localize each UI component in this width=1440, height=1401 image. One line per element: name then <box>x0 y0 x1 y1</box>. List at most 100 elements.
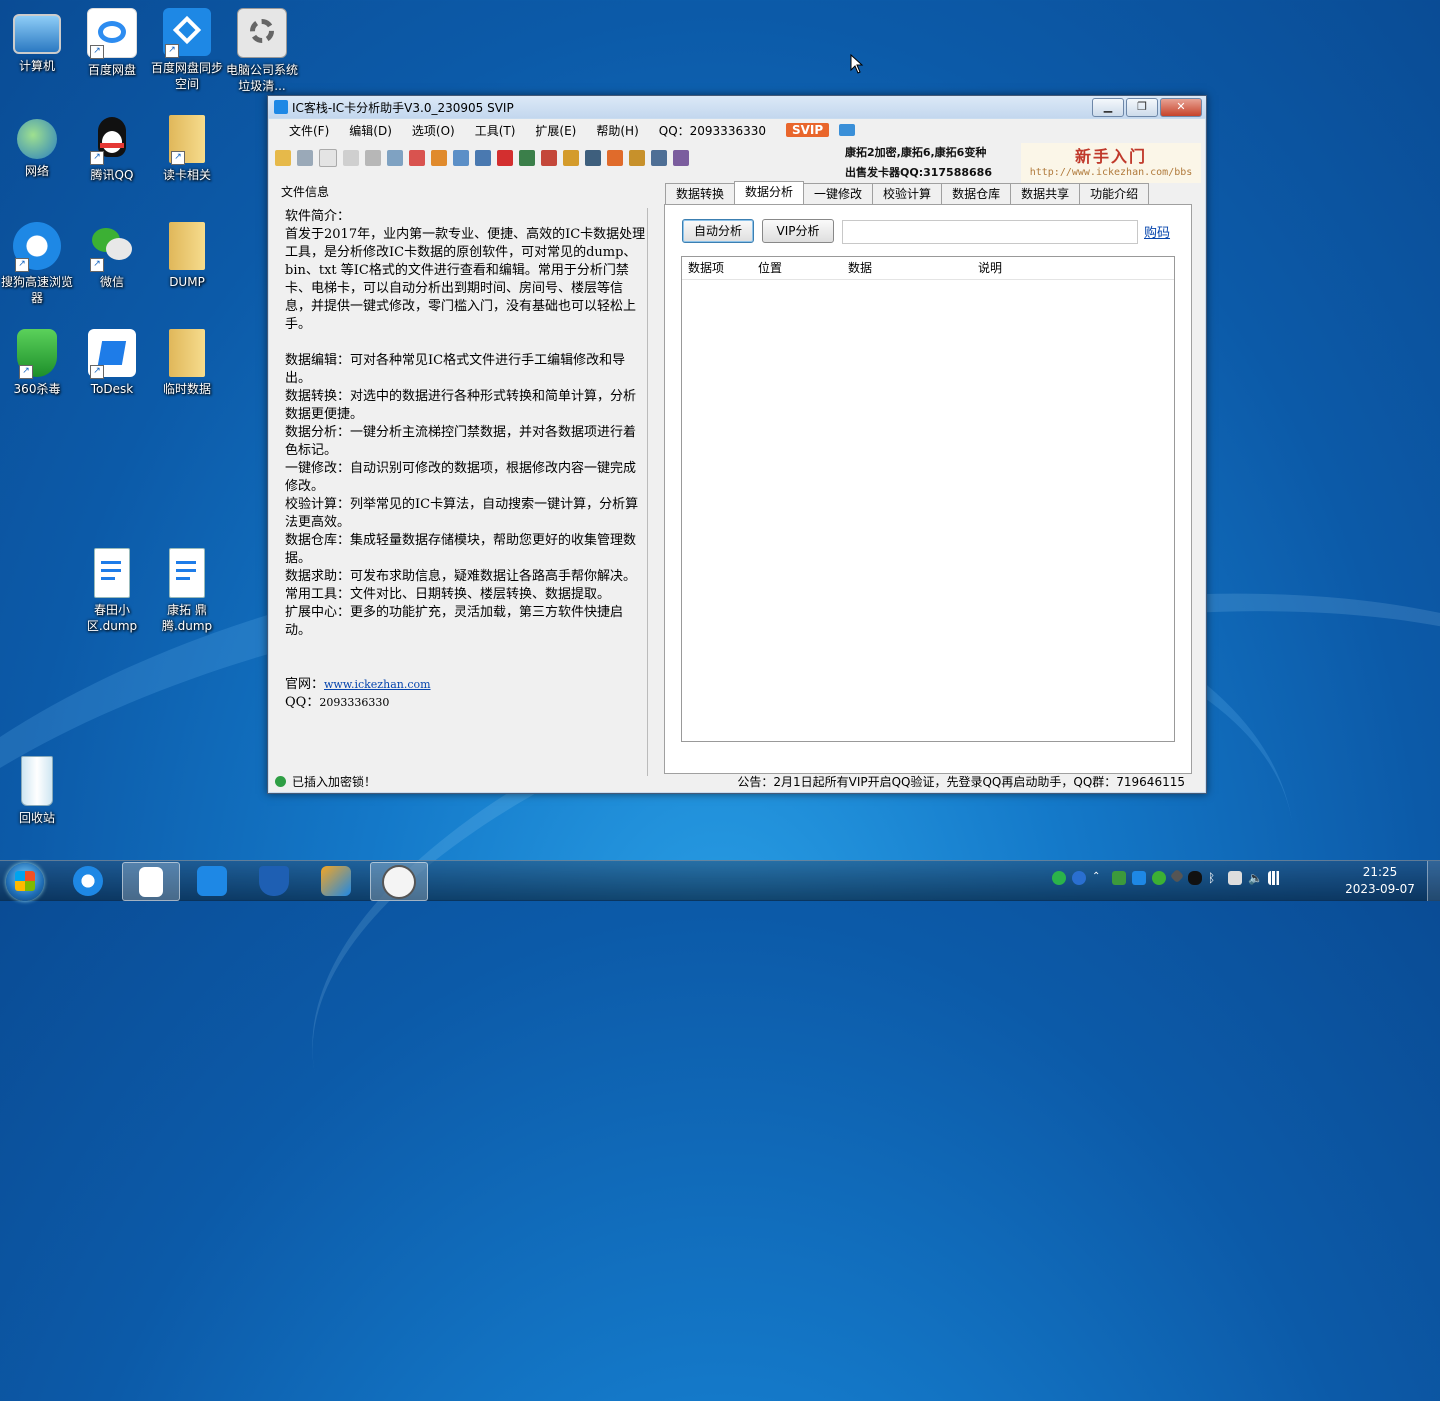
grid-icon[interactable] <box>563 150 579 166</box>
shield-tray-icon[interactable] <box>1169 868 1185 884</box>
sogou-input-icon[interactable] <box>1052 871 1066 885</box>
desktop-icon-baidu-netdisk[interactable]: ↗ 百度网盘 <box>76 8 148 78</box>
analysis-result-grid[interactable]: 数据项 位置 数据 说明 <box>681 256 1175 742</box>
start-button[interactable] <box>6 863 44 901</box>
taskbar-security[interactable] <box>246 862 302 899</box>
id-card-icon[interactable] <box>839 124 856 136</box>
menu-help[interactable]: 帮助(H) <box>586 122 648 139</box>
users-icon[interactable] <box>297 150 313 166</box>
tab-checksum[interactable]: 校验计算 <box>872 183 943 204</box>
desktop-icon-label: 临时数据 <box>162 382 211 396</box>
list-icon[interactable] <box>475 150 491 166</box>
desktop-icon-qq[interactable]: ↗ 腾讯QQ <box>76 115 148 183</box>
tool-icon[interactable] <box>453 150 469 166</box>
desktop-icon-baidu-sync[interactable]: ↗ 百度网盘同步空间 <box>151 8 223 92</box>
tab-data-analysis[interactable]: 数据分析 <box>734 181 805 205</box>
taskbar-sogou[interactable] <box>60 862 116 899</box>
show-desktop-button[interactable] <box>1427 861 1440 901</box>
desktop-icon-cleaner[interactable]: 电脑公司系统垃圾清... <box>226 8 298 94</box>
buy-code-link[interactable]: 购码 <box>1144 222 1170 241</box>
desktop-icon-temp-folder[interactable]: 临时数据 <box>151 329 223 397</box>
chart-icon[interactable] <box>431 150 447 166</box>
tab-features[interactable]: 功能介绍 <box>1079 183 1150 204</box>
sync-icon[interactable] <box>629 150 645 166</box>
tab-data-warehouse[interactable]: 数据仓库 <box>941 183 1012 204</box>
desktop-icon-sogou[interactable]: ↗ 搜狗高速浏览器 <box>1 222 73 306</box>
desktop-icon-computer[interactable]: 计算机 <box>1 8 73 74</box>
menu-options[interactable]: 选项(O) <box>402 122 465 139</box>
desktop-icon-360[interactable]: ↗ 360杀毒 <box>1 329 73 397</box>
window-titlebar[interactable]: IC客栈-IC卡分析助手V3.0_230905 SVIP ▁ ❐ ✕ <box>268 96 1206 118</box>
menu-tools[interactable]: 工具(T) <box>465 122 526 139</box>
col-description[interactable]: 说明 <box>972 257 1138 279</box>
todesk-tray-icon[interactable] <box>1132 871 1146 885</box>
calendar-icon[interactable] <box>409 150 425 166</box>
signal-icon[interactable] <box>1268 871 1282 885</box>
beginner-banner[interactable]: 新手入门 http://www.ickezhan.com/bbs <box>1021 143 1201 183</box>
desktop-icon-network[interactable]: 网络 <box>1 115 73 179</box>
search-icon[interactable] <box>387 150 403 166</box>
settings-icon[interactable] <box>673 150 689 166</box>
function-tabs: 数据转换 数据分析 一键修改 校验计算 数据仓库 数据共享 功能介绍 <box>665 181 1150 205</box>
help-icon[interactable] <box>1072 871 1086 885</box>
new-file-icon[interactable] <box>319 149 337 167</box>
menu-file[interactable]: 文件(F) <box>279 122 339 139</box>
maximize-button[interactable]: ❐ <box>1126 98 1158 117</box>
tray-expand-icon[interactable]: ⌃ <box>1092 871 1106 885</box>
card-reader-icon[interactable] <box>519 150 535 166</box>
desktop-icon-dump-file-1[interactable]: 春田小区.dump <box>76 548 148 634</box>
card-icon[interactable] <box>607 150 623 166</box>
desktop-icon-label: 读卡相关 <box>162 168 211 182</box>
tab-one-click-modify[interactable]: 一键修改 <box>803 183 874 204</box>
taskbar-todesk[interactable] <box>308 862 364 899</box>
desktop-icon-recycle-bin[interactable]: 回收站 <box>1 756 73 826</box>
save-icon[interactable] <box>365 150 381 166</box>
menu-extensions[interactable]: 扩展(E) <box>525 122 586 139</box>
svip-badge[interactable]: SVIP <box>786 123 830 137</box>
col-data[interactable]: 数据 <box>842 257 972 279</box>
wechat-icon: ↗ <box>88 222 136 272</box>
edit-icon[interactable] <box>343 150 359 166</box>
website-link[interactable]: www.ickezhan.com <box>324 678 431 691</box>
network-monitor-icon[interactable] <box>1112 871 1126 885</box>
wechat-tray-icon[interactable] <box>1152 871 1166 885</box>
auto-analyze-button[interactable]: 自动分析 <box>682 219 754 243</box>
minimize-button[interactable]: ▁ <box>1092 98 1124 117</box>
menu-edit[interactable]: 编辑(D) <box>339 122 402 139</box>
open-folder-icon[interactable] <box>275 150 291 166</box>
tab-data-convert[interactable]: 数据转换 <box>665 183 736 204</box>
desktop-icon-dump-file-2[interactable]: 康拓 鼎腾.dump <box>151 548 223 634</box>
usb-icon[interactable] <box>1228 871 1242 885</box>
shortcut-arrow-icon: ↗ <box>90 258 104 272</box>
vip-analyze-button[interactable]: VIP分析 <box>762 219 834 243</box>
bluetooth-icon[interactable]: ᛒ <box>1208 871 1222 885</box>
desktop-icon-wechat[interactable]: ↗ 微信 <box>76 222 148 290</box>
grid-header: 数据项 位置 数据 说明 <box>682 257 1174 280</box>
device-icon[interactable] <box>585 150 601 166</box>
transfer-icon[interactable] <box>651 150 667 166</box>
sogou-browser-icon: ↗ <box>13 222 61 272</box>
volume-icon[interactable]: 🔈 <box>1248 871 1263 885</box>
desktop-icon-dump-folder[interactable]: DUMP <box>151 222 223 290</box>
tab-data-share[interactable]: 数据共享 <box>1010 183 1081 204</box>
col-position[interactable]: 位置 <box>752 257 842 279</box>
recycle-bin-icon <box>21 756 53 806</box>
taskbar-search[interactable] <box>184 862 240 899</box>
desktop-icon-card-folder[interactable]: ↗ 读卡相关 <box>151 115 223 183</box>
desktop-icon-label: 腾讯QQ <box>90 168 134 182</box>
shortcut-arrow-icon: ↗ <box>171 151 185 165</box>
desktop-icon-todesk[interactable]: ↗ ToDesk <box>76 329 148 397</box>
toolbar <box>275 147 689 169</box>
vip-code-input[interactable] <box>842 220 1138 244</box>
desktop-icon-label: DUMP <box>169 275 205 289</box>
nfc-icon[interactable] <box>497 150 513 166</box>
qq-tray-icon[interactable] <box>1188 871 1202 885</box>
close-button[interactable]: ✕ <box>1160 98 1202 117</box>
people-icon[interactable] <box>541 150 557 166</box>
folder-icon <box>169 222 205 270</box>
col-data-item[interactable]: 数据项 <box>682 257 752 279</box>
shortcut-arrow-icon: ↗ <box>90 151 104 165</box>
taskbar-ic-helper[interactable] <box>370 862 428 901</box>
taskbar-file-viewer[interactable] <box>122 862 180 901</box>
clock[interactable]: 21:25 2023-09-07 <box>1342 864 1418 898</box>
